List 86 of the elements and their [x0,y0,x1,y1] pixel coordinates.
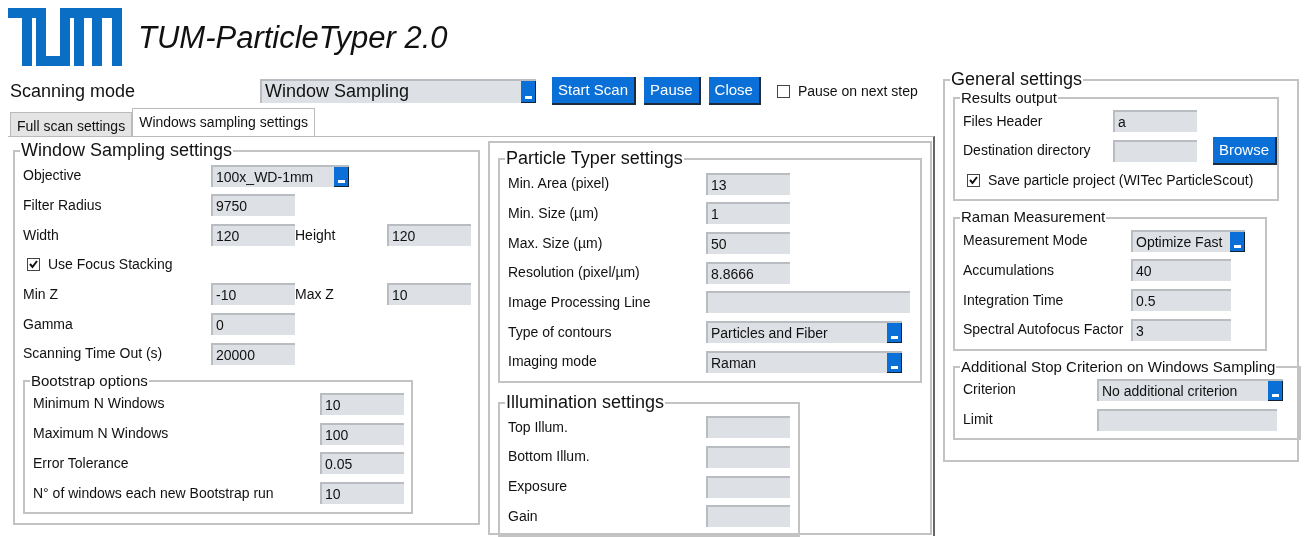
input-field[interactable]: 0 [211,313,295,336]
field-label: Width [23,225,60,245]
field-label: Objective [23,166,83,186]
app-title: TUM-ParticleTyper 2.0 [138,22,448,53]
dropdown[interactable]: 100x_WD-1mm [211,164,349,187]
group-title: Window Sampling settings [20,141,234,161]
pause-button[interactable]: Pause [644,77,701,105]
field-label: Minimum N Windows [33,394,166,414]
field-label: Min Z [23,284,59,304]
checkbox[interactable] [27,258,40,272]
group-title: Bootstrap options [30,372,149,390]
input-field[interactable]: 50 [706,232,790,254]
field-label: Destination directory [963,141,1092,161]
checkbox[interactable] [776,84,790,98]
input-field[interactable]: 100 [320,422,404,445]
input-field[interactable]: 13 [706,172,790,195]
field-label: Maximum N Windows [33,424,170,444]
input-field[interactable]: -10 [211,283,295,306]
input-field[interactable]: 20000 [211,342,295,365]
close-button[interactable]: Close [708,77,761,105]
input-field[interactable]: 9750 [211,194,295,217]
group-title: Particle Typer settings [505,149,684,169]
field-label: Resolution (pixel/µm) [508,263,641,283]
group-title: Results output [960,89,1057,107]
input-field[interactable]: 0.05 [320,452,404,475]
input-field[interactable]: 120 [387,224,471,246]
group-title: General settings [950,70,1084,90]
group-title: Raman Measurement [960,209,1107,226]
dropdown[interactable]: Particles and Fiber [706,321,902,344]
input-field[interactable] [706,445,790,468]
field-label: Filter Radius [23,195,103,215]
field-label: Scanning mode [10,79,137,103]
checkbox-label: Use Focus Stacking [48,255,173,275]
field-label: Gain [508,506,539,526]
input-field[interactable]: 10 [387,283,471,306]
dropdown[interactable]: Optimize Fast [1131,229,1245,252]
field-label: Limit [963,410,994,430]
field-label: Bottom Illum. [508,447,591,467]
field-label: Height [295,225,337,245]
field-label: Max Z [295,284,335,304]
field-label: Accumulations [963,260,1056,280]
logo-icon [8,8,122,66]
field-label: Criterion [963,380,1017,400]
field-label: Measurement Mode [963,231,1089,251]
input-field[interactable] [706,475,790,498]
field-label: Min. Size (µm) [508,203,600,223]
field-label: Type of contours [508,322,613,342]
checkbox-label: Save particle project (WITec ParticleScout) [988,171,1254,190]
dropdown[interactable]: Raman [706,350,902,373]
start-scan-button[interactable]: Start Scan [552,77,637,105]
tab[interactable]: Windows sampling settings [132,108,316,136]
input-field[interactable] [1113,139,1197,162]
field-label: Top Illum. [508,417,569,437]
input-field[interactable] [706,291,910,314]
input-field[interactable]: 40 [1131,259,1231,282]
field-label: Exposure [508,477,569,497]
field-label: Error Tolerance [33,453,130,473]
field-label: Integration Time [963,290,1065,310]
input-field[interactable] [706,416,790,439]
group-title: Illumination settings [505,392,666,413]
tab[interactable]: Full scan settings [10,112,133,136]
field-label: Scanning Time Out (s) [23,344,164,364]
field-label: Files Header [963,111,1044,131]
dropdown[interactable]: No additional criterion [1097,378,1283,401]
field-label: Gamma [23,314,74,334]
input-field[interactable] [1097,408,1277,431]
input-field[interactable]: 1 [706,202,790,225]
field-label: Spectral Autofocus Factor [963,320,1125,340]
input-field[interactable]: 10 [320,392,404,415]
dropdown[interactable]: Window Sampling [260,79,536,103]
field-label: Image Processing Line [508,292,652,312]
field-label: N° of windows each new Bootstrap run [33,483,275,503]
field-label: Max. Size (µm) [508,233,604,253]
group-title: Additional Stop Criterion on Windows Sampling [960,358,1277,376]
input-field[interactable]: 8.8666 [706,261,790,284]
browse-button[interactable]: Browse [1213,136,1278,165]
input-field[interactable]: 0.5 [1131,289,1231,312]
checkbox-label: Pause on next step [797,81,918,101]
input-field[interactable]: 3 [1131,318,1231,341]
input-field[interactable]: 120 [211,224,295,246]
input-field[interactable]: a [1113,110,1197,133]
checkbox[interactable] [967,174,980,187]
field-label: Min. Area (pixel) [508,174,611,194]
input-field[interactable] [706,505,790,528]
field-label: Imaging mode [508,352,598,372]
input-field[interactable]: 10 [320,482,404,504]
